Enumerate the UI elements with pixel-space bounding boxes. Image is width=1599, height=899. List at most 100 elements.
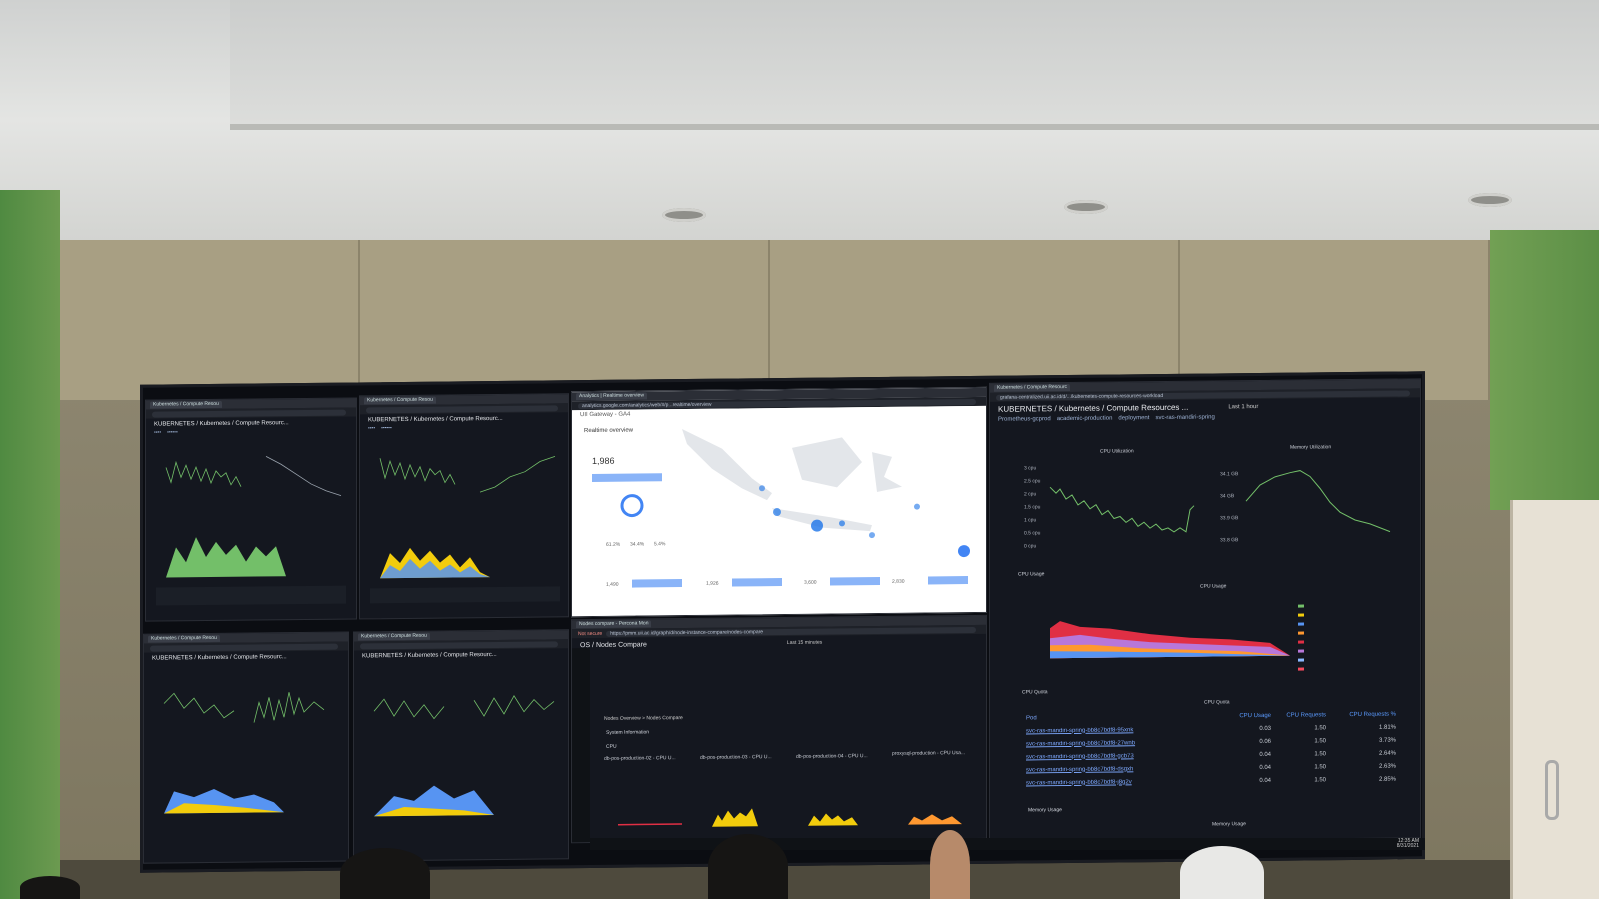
video-wall: Kubernetes / Compute Resou KUBERNETES / …: [140, 371, 1425, 873]
memory-line: [253, 692, 325, 723]
analytics-visuals: [592, 429, 970, 588]
cpu-line: [163, 692, 235, 719]
chat-fab[interactable]: [958, 545, 970, 558]
map-land-sulawesi: [872, 452, 902, 493]
legend-swatch: [1298, 667, 1304, 671]
cell: 0.04: [1259, 764, 1271, 771]
panel-4-series: [908, 814, 962, 825]
var-chip[interactable]: ▪▪▪▪: [154, 430, 161, 438]
clock-date: 8/31/2021: [1396, 843, 1419, 849]
col-header[interactable]: CPU Usage: [1216, 712, 1271, 719]
card-value-3: 3,600: [804, 579, 817, 586]
screen-nodes-compare: Nodes compare - Percona Mon Not secure h…: [571, 614, 987, 844]
ceiling-light: [1064, 200, 1108, 214]
legend-swatch: [1298, 604, 1304, 608]
audience-head: [20, 876, 80, 899]
mini-charts: [370, 456, 560, 604]
row-cpu-quota[interactable]: CPU Quota: [1014, 689, 1048, 695]
cell: 2.64%: [1378, 750, 1396, 757]
device-pct-3: 5.4%: [654, 541, 666, 548]
memory-utilization-line: [1245, 470, 1391, 533]
pod-link[interactable]: svc-ras-mandiri-spring-bb8c7bdf8-95xnk: [1026, 726, 1216, 734]
col-header[interactable]: CPU Requests: [1271, 712, 1326, 719]
cell: 1.50: [1314, 750, 1326, 757]
panel-2-series: [712, 808, 758, 827]
cell: 0.04: [1259, 777, 1271, 784]
legend-swatch: [1298, 631, 1304, 635]
browser-tab[interactable]: Kubernetes / Compute Resou: [358, 632, 430, 641]
system-clock[interactable]: 12:35 AM 8/31/2021: [1397, 839, 1419, 849]
browser-tab[interactable]: Kubernetes / Compute Resou: [364, 396, 436, 405]
cpu-quota-title: CPU Quota: [1204, 699, 1230, 706]
browser-tab[interactable]: Analytics | Realtime overview: [576, 392, 647, 401]
cell: 1.81%: [1378, 724, 1396, 731]
pmm-charts: [572, 648, 962, 844]
url-field[interactable]: [150, 643, 338, 652]
memory-line: [473, 695, 555, 717]
map-land-sumatra: [682, 429, 772, 501]
map-land-borneo: [792, 437, 862, 488]
legend-swatch: [1298, 658, 1304, 662]
card-sparkline: [830, 576, 880, 586]
map-user-cluster: [869, 532, 875, 539]
screen-k8s-bottom-left-2: Kubernetes / Compute Resou KUBERNETES / …: [353, 629, 569, 862]
var-chip[interactable]: ▪▪▪▪: [368, 425, 375, 433]
cell: 2.63%: [1378, 763, 1396, 770]
var-chip[interactable]: ▪▪▪▪▪▪: [167, 429, 178, 437]
panel-1-series: [618, 823, 682, 826]
memory-line: [479, 456, 556, 493]
pod-link[interactable]: svc-ras-mandiri-spring-bb8c7bdf8-dsgxh: [1026, 765, 1216, 773]
audience-head: [930, 830, 970, 899]
var-chip[interactable]: ▪▪▪▪▪▪: [381, 425, 392, 433]
browser-tab[interactable]: Kubernetes / Compute Resou: [150, 400, 222, 409]
card-value-1: 1,490: [606, 581, 619, 588]
users-bar-chart: [592, 473, 662, 482]
pod-link[interactable]: svc-ras-mandiri-spring-bb8c7bdf8-gcb73: [1026, 752, 1216, 760]
ceiling-light: [1468, 193, 1512, 207]
cell: 3.73%: [1378, 737, 1396, 744]
mini-charts: [163, 692, 325, 814]
green-wall: [1490, 230, 1599, 510]
card-sparkline: [632, 579, 682, 588]
memory-line: [265, 456, 342, 497]
cell: 0.04: [1259, 751, 1271, 758]
device-donut: [620, 494, 644, 518]
pod-link[interactable]: svc-ras-mandiri-spring-bb8c7bdf8-27wnb: [1026, 739, 1216, 747]
table-bg: [370, 586, 560, 604]
map-user-cluster: [914, 503, 920, 510]
col-header[interactable]: Pod: [1026, 713, 1216, 721]
row-memory-usage[interactable]: Memory Usage: [1020, 807, 1062, 813]
pod-link[interactable]: svc-ras-mandiri-spring-bb8c7bdf8-j8g2v: [1026, 778, 1216, 786]
cell: 1.50: [1314, 776, 1326, 783]
col-header[interactable]: CPU Requests %: [1326, 711, 1396, 718]
mini-charts: [156, 456, 346, 606]
screen-google-analytics: Analytics | Realtime overview analytics.…: [571, 386, 987, 618]
card-sparkline: [928, 576, 968, 585]
browser-tab[interactable]: Kubernetes / Compute Resou: [148, 634, 220, 643]
cell: 0.03: [1259, 725, 1271, 732]
device-pct-1: 61.2%: [606, 541, 621, 548]
screen-k8s-top-left-2: Kubernetes / Compute Resou KUBERNETES / …: [359, 393, 569, 620]
card-sparkline: [732, 578, 782, 587]
audience-head: [1180, 846, 1264, 899]
analytics-body: UII Gateway - GA4 Realtime overview 1,98…: [572, 405, 986, 617]
panel-3-series: [808, 813, 858, 826]
cpu-line: [373, 698, 445, 720]
screen-k8s-bottom-left-1: Kubernetes / Compute Resou KUBERNETES / …: [143, 631, 349, 864]
memory-usage-title: Memory Usage: [1212, 821, 1246, 828]
ceiling-recess: [230, 0, 1599, 130]
device-pct-2: 34.4%: [630, 541, 645, 548]
screen-k8s-top-left-1: Kubernetes / Compute Resou KUBERNETES / …: [145, 397, 357, 622]
cpu-area: [166, 537, 286, 578]
cpu-quota-table: Pod CPU Usage CPU Requests CPU Requests …: [1026, 707, 1406, 789]
legend-swatch: [1298, 640, 1304, 644]
legend-swatch: [1298, 622, 1304, 626]
card-value-2: 1,926: [706, 580, 719, 587]
mini-charts: [373, 695, 555, 817]
cpu-usage-title: CPU Usage: [1200, 583, 1227, 590]
screen-k8s-right: Kubernetes / Compute Resourc grafana-cen…: [989, 378, 1421, 843]
row-cpu-usage[interactable]: CPU Usage: [1010, 571, 1044, 577]
cell: 1.50: [1314, 763, 1326, 770]
cpu-line: [379, 458, 456, 485]
green-wall: [0, 190, 60, 899]
